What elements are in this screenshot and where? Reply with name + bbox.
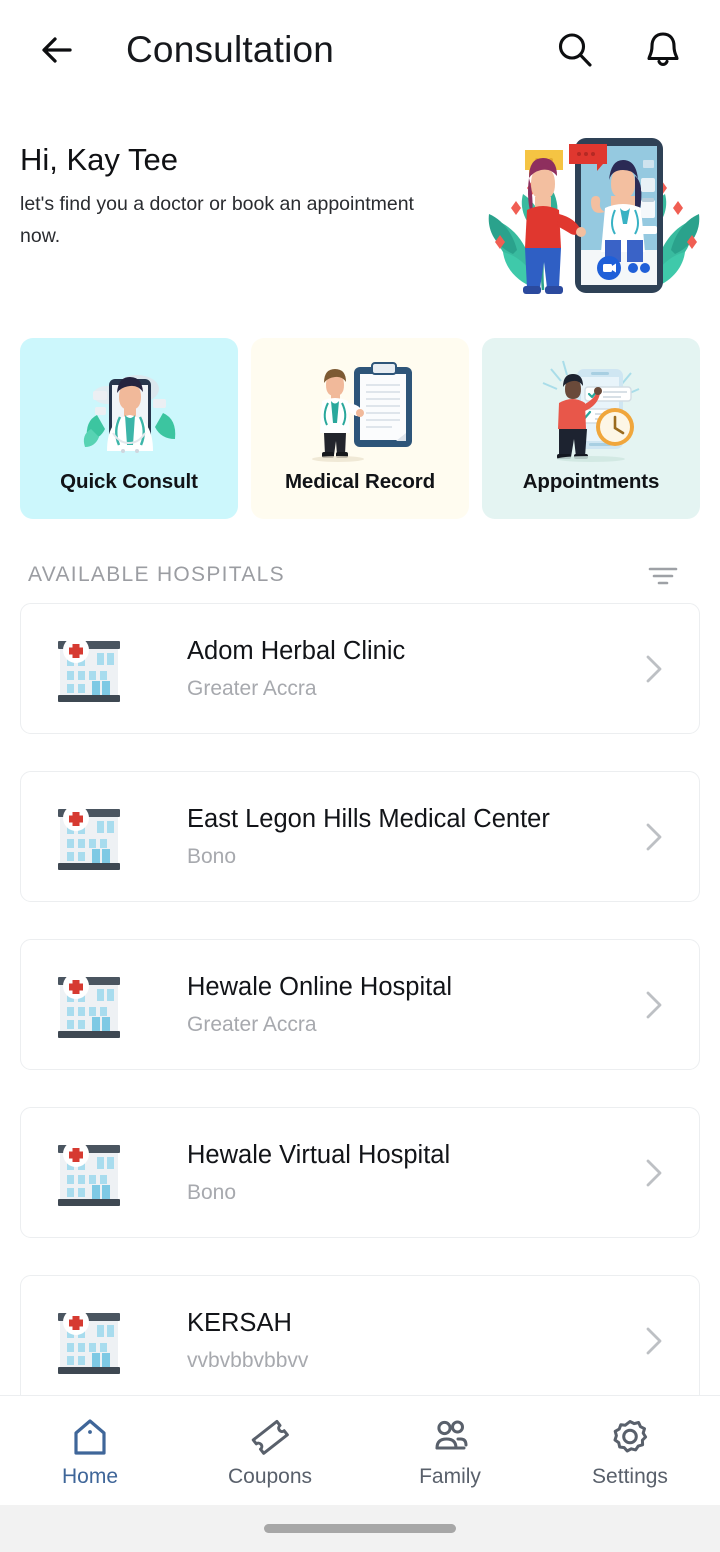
people-icon: [435, 1420, 468, 1449]
notifications-button[interactable]: [632, 19, 694, 81]
doctor-on-phone-icon: [83, 375, 176, 453]
chevron-right-icon[interactable]: [637, 988, 671, 1022]
search-button[interactable]: [544, 19, 606, 81]
hospital-building-icon: [49, 1136, 129, 1210]
nav-item-home[interactable]: Home: [0, 1415, 180, 1487]
app-screen: Consultation Hi, Kay Tee let's find you …: [0, 0, 720, 1552]
ticket-icon: [251, 1419, 289, 1455]
nav-label: Home: [61, 1464, 119, 1488]
chevron-right-icon[interactable]: [637, 652, 671, 686]
bottom-navigation: Home Coupons Family Settings: [0, 1395, 720, 1505]
hospital-region: Greater Accra: [187, 676, 317, 700]
card-label: Quick Consult: [60, 470, 198, 493]
card-label: Medical Record: [284, 470, 436, 493]
hospital-name: Hewale Virtual Hospital: [187, 1141, 451, 1170]
feature-card-row: Quick Consult Medical Record Appointment…: [0, 310, 720, 519]
nav-label: Coupons: [227, 1464, 313, 1488]
back-button[interactable]: [30, 23, 84, 77]
hospital-info: Hewale Virtual Hospital Bono: [129, 1140, 637, 1205]
list-item[interactable]: Hewale Online Hospital Greater Accra: [20, 939, 700, 1070]
hospital-info: KERSAH vvbvbbvbbvv: [129, 1308, 637, 1373]
chevron-right-icon[interactable]: [637, 1156, 671, 1190]
home-icon: [74, 1418, 106, 1455]
greeting-subtitle: let's find you a doctor or book an appoi…: [20, 192, 414, 247]
filter-button[interactable]: [640, 555, 686, 595]
home-indicator[interactable]: [264, 1524, 456, 1533]
section-header: AVAILABLE HOSPITALS: [0, 519, 720, 595]
hospital-region: Bono: [187, 1180, 237, 1204]
calendar-clock-phone-icon: [542, 360, 640, 462]
chevron-right-icon[interactable]: [637, 820, 671, 854]
hospital-region: vvbvbbvbbvv: [187, 1348, 309, 1372]
list-item[interactable]: KERSAH vvbvbbvbbvv: [20, 1275, 700, 1406]
home-indicator-area: [0, 1505, 720, 1552]
card-illustration: [298, 354, 422, 464]
card-illustration: [529, 354, 653, 464]
nav-label: Settings: [592, 1464, 668, 1488]
gear-icon: [613, 1419, 648, 1452]
section-title: AVAILABLE HOSPITALS: [28, 563, 285, 586]
hero-illustration: [460, 122, 706, 302]
app-bar: Consultation: [0, 0, 720, 100]
chevron-right-icon[interactable]: [637, 1324, 671, 1358]
hospital-info: East Legon Hills Medical Center Bono: [129, 804, 637, 869]
hospital-region: Greater Accra: [187, 1012, 317, 1036]
card-illustration: [67, 354, 191, 464]
hospital-info: Hewale Online Hospital Greater Accra: [129, 972, 637, 1037]
clipboard-doctor-icon: [312, 362, 412, 462]
search-icon: [558, 33, 592, 67]
hospital-region: Bono: [187, 844, 237, 868]
card-label: Appointments: [522, 470, 660, 493]
hospital-info: Adom Herbal Clinic Greater Accra: [129, 636, 637, 701]
list-item[interactable]: East Legon Hills Medical Center Bono: [20, 771, 700, 902]
arrow-left-icon: [42, 37, 72, 63]
hospital-name: East Legon Hills Medical Center: [187, 805, 550, 834]
feature-card-medical-record[interactable]: Medical Record: [251, 338, 469, 519]
hospital-name: Hewale Online Hospital: [187, 973, 453, 1002]
feature-card-appointments[interactable]: Appointments: [482, 338, 700, 519]
hospital-building-icon: [49, 1304, 129, 1378]
hospital-building-icon: [49, 632, 129, 706]
hero-text: Hi, Kay Tee let's find you a doctor or b…: [20, 136, 460, 252]
telemedicine-video-call-illustration: [488, 138, 700, 294]
list-item[interactable]: Adom Herbal Clinic Greater Accra: [20, 603, 700, 734]
hospital-name: KERSAH: [187, 1309, 292, 1338]
filter-sort-icon: [648, 567, 678, 585]
hero-section: Hi, Kay Tee let's find you a doctor or b…: [0, 100, 720, 310]
nav-item-settings[interactable]: Settings: [540, 1415, 720, 1487]
hospital-building-icon: [49, 800, 129, 874]
hospital-building-icon: [49, 968, 129, 1042]
feature-card-quick-consult[interactable]: Quick Consult: [20, 338, 238, 519]
bell-icon: [647, 32, 679, 66]
greeting-text: Hi, Kay Tee: [20, 142, 178, 177]
list-item[interactable]: Hewale Virtual Hospital Bono: [20, 1107, 700, 1238]
nav-label: Family: [419, 1464, 481, 1488]
page-title: Consultation: [126, 29, 335, 70]
nav-item-coupons[interactable]: Coupons: [180, 1415, 360, 1487]
nav-item-family[interactable]: Family: [360, 1415, 540, 1487]
hospital-name: Adom Herbal Clinic: [187, 637, 406, 666]
